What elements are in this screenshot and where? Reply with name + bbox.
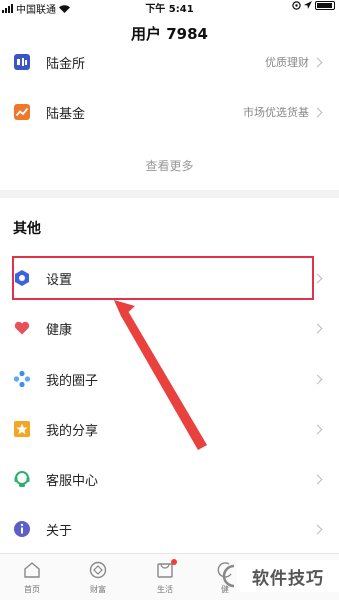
tab-label: 财富: [90, 585, 106, 594]
watermark-logo-icon: [222, 564, 235, 588]
notification-dot: [171, 559, 177, 565]
tab-label: 生活: [157, 585, 173, 594]
tab-wealth[interactable]: 财富: [78, 560, 118, 595]
annotation-arrow-icon: [114, 300, 207, 450]
watermark-text: 软件技巧: [237, 560, 339, 592]
wealth-icon: [88, 560, 108, 580]
tab-life[interactable]: 生活: [145, 559, 185, 595]
tab-home[interactable]: 首页: [12, 560, 52, 595]
home-icon: [22, 560, 42, 580]
tab-label: 首页: [24, 585, 40, 594]
life-icon: [155, 559, 177, 580]
